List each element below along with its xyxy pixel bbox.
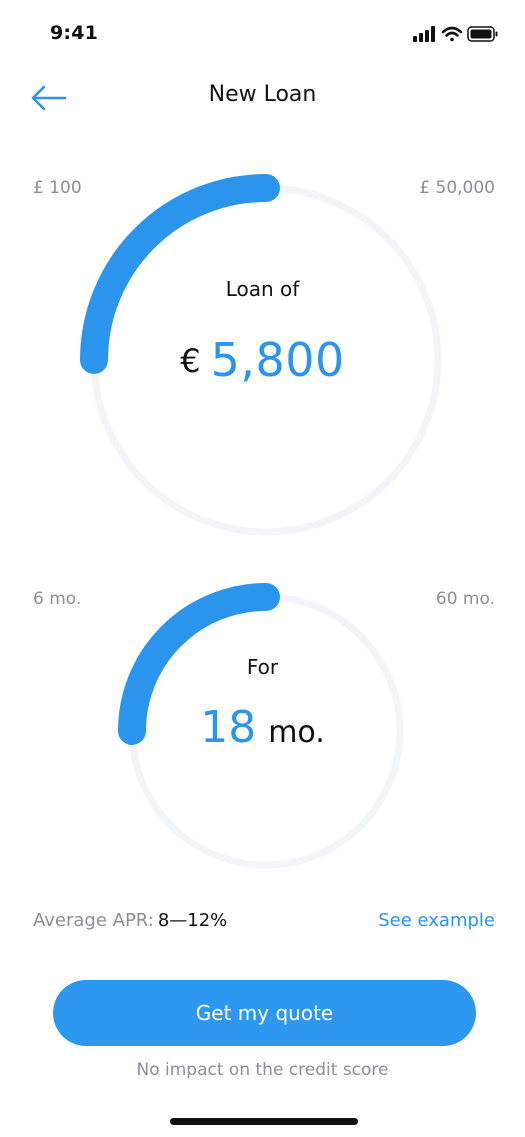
- credit-score-note: No impact on the credit score: [136, 1060, 389, 1080]
- loan-amount-readout: €5,800: [0, 333, 525, 387]
- term-caption: For: [246, 655, 279, 679]
- new-loan-screen: 9:41 New Loan £ 100 £ 50,000 Loan of € 5…: [0, 0, 525, 1137]
- loan-max-label: £ 50,000: [419, 178, 495, 198]
- term-max-label: 60 mo.: [435, 589, 495, 609]
- term-unit: mo.: [268, 715, 325, 750]
- currency-symbol: €: [180, 342, 201, 380]
- term-value: 18: [200, 702, 257, 753]
- home-indicator[interactable]: [170, 1118, 358, 1125]
- apr-value: 8—12%: [157, 910, 228, 931]
- loan-term-readout: 18 mo.: [0, 702, 525, 753]
- get-quote-button[interactable]: Get my quote: [53, 980, 476, 1046]
- apr-label: Average APR:: [33, 910, 154, 931]
- dials-graphic: [80, 174, 442, 869]
- loan-amount-value: 5,800: [210, 333, 345, 387]
- loan-min-label: £ 100: [33, 178, 82, 198]
- average-apr: Average APR: 8—12%: [33, 910, 227, 931]
- loan-caption: Loan of: [225, 277, 300, 301]
- see-example-link[interactable]: See example: [378, 910, 495, 931]
- term-min-label: 6 mo.: [33, 589, 82, 609]
